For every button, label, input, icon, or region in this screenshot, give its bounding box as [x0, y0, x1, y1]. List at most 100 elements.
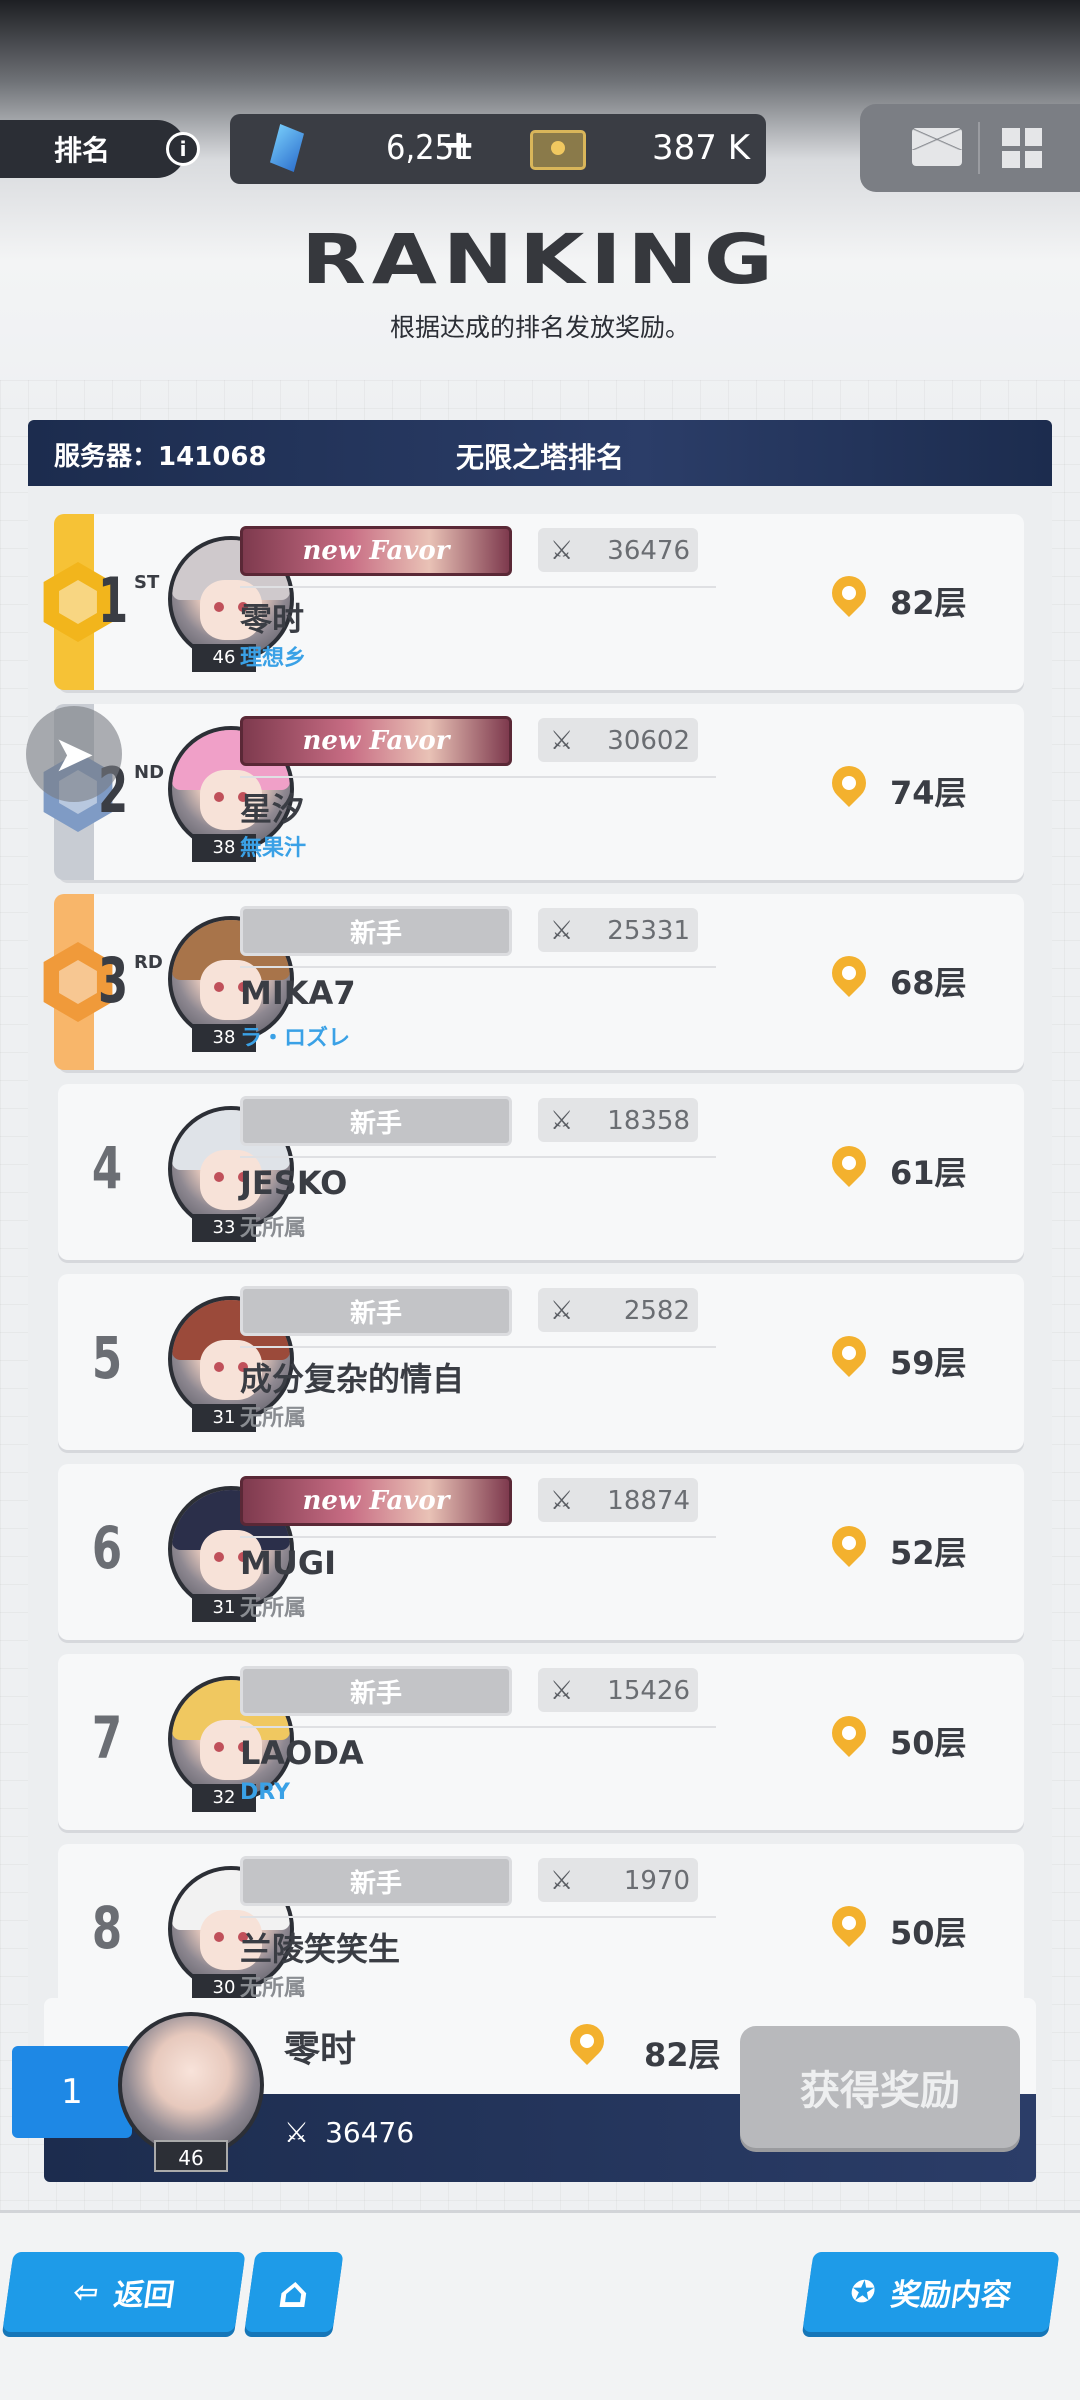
floor-reached: 52层: [890, 1534, 967, 1572]
ranking-tab-label: 排名: [0, 120, 186, 178]
combat-power: ⚔ 30602: [538, 718, 698, 762]
guild-name: 无所属: [240, 1216, 307, 1241]
top-right-actions: [860, 104, 1080, 192]
panel-header: 服务器：141068 无限之塔排名: [28, 420, 1052, 486]
rank-number: 1: [98, 564, 129, 637]
crossed-swords-icon: ⚔: [550, 536, 574, 566]
divider: [240, 1916, 716, 1918]
top-background: [0, 0, 1080, 420]
power-value: 15426: [607, 1676, 690, 1706]
title-badge: new Favor: [240, 526, 512, 576]
power-value: 1970: [623, 1866, 690, 1896]
location-pin-icon: [832, 1146, 866, 1194]
location-pin-icon: [570, 2024, 604, 2072]
player-name: LAODA: [240, 1734, 364, 1772]
power-value: 18358: [607, 1106, 690, 1136]
ranking-row[interactable]: 7 32 新手 ⚔ 15426 LAODA DRY 50层: [58, 1654, 1024, 1830]
divider: [240, 776, 716, 778]
currency-bar: 6,251 + 387 K: [230, 114, 766, 184]
grid-menu-icon[interactable]: [1002, 128, 1042, 168]
my-power: ⚔ 36476: [284, 2116, 415, 2149]
title-badge: new Favor: [240, 1476, 512, 1526]
floor-reached: 50层: [890, 1724, 967, 1762]
page-title: RANKING: [301, 218, 779, 300]
divider: [240, 1726, 716, 1728]
crossed-swords-icon: ⚔: [550, 1296, 574, 1326]
medal-icon: ✪: [847, 2274, 879, 2310]
rank-number: 4: [91, 1134, 123, 1202]
gem-icon: [270, 124, 304, 172]
ranking-row[interactable]: 4 33 新手 ⚔ 18358 JESKO 无所属 61层: [58, 1084, 1024, 1260]
guild-name: 无所属: [240, 1976, 307, 2000]
ranking-row[interactable]: 5 31 新手 ⚔ 2582 成分复杂的情自 无所属 59层: [58, 1274, 1024, 1450]
player-name: MIKA7: [240, 974, 356, 1012]
title-badge: 新手: [240, 1096, 512, 1146]
my-level-badge: 46: [154, 2140, 228, 2172]
divider: [978, 122, 980, 174]
divider: [240, 1346, 716, 1348]
my-floor: 82层: [644, 2036, 721, 2074]
player-name: 星汐: [240, 790, 305, 828]
reward-details-button[interactable]: ✪ 奖励内容: [802, 2252, 1060, 2332]
combat-power: ⚔ 25331: [538, 908, 698, 952]
crossed-swords-icon: ⚔: [284, 2116, 310, 2149]
title-badge: 新手: [240, 906, 512, 956]
divider: [240, 1536, 716, 1538]
guild-name: 理想乡: [240, 646, 307, 671]
crossed-swords-icon: ⚔: [550, 1676, 574, 1706]
guild-name: ラ・ロズレ: [240, 1026, 351, 1051]
floor-reached: 68层: [890, 964, 967, 1002]
home-button[interactable]: ⌂: [244, 2252, 344, 2332]
info-icon[interactable]: i: [166, 132, 200, 166]
ranking-row[interactable]: 6 31 new Favor ⚔ 18874 MUGI 无所属 52层: [58, 1464, 1024, 1640]
back-button[interactable]: ⇦ 返回: [2, 2252, 246, 2332]
location-pin-icon: [832, 1906, 866, 1954]
ranking-row[interactable]: 8 30 新手 ⚔ 1970 兰陵笑笑生 无所属 50层: [58, 1844, 1024, 2000]
divider: [240, 586, 716, 588]
page-subtitle: 根据达成的排名发放奖励。: [389, 313, 690, 342]
floor-reached: 59层: [890, 1344, 967, 1382]
guild-name: 无所属: [240, 1406, 307, 1431]
guild-name: 无所属: [240, 1596, 307, 1621]
my-avatar: [118, 2012, 264, 2158]
coin-count: 387 K: [652, 128, 750, 168]
coin-icon: [530, 130, 586, 170]
power-value: 18874: [607, 1486, 690, 1516]
rank-number: 7: [91, 1704, 123, 1772]
location-pin-icon: [832, 766, 866, 814]
crossed-swords-icon: ⚔: [550, 1106, 574, 1136]
power-value: 36476: [607, 536, 690, 566]
mail-icon[interactable]: [912, 128, 962, 166]
floor-reached: 61层: [890, 1154, 967, 1192]
share-icon[interactable]: ➤: [26, 706, 122, 802]
rank-number: 5: [91, 1324, 123, 1392]
ranking-list[interactable]: 1 ST 46 new Favor ⚔ 36476 零时 理想乡 82层 2 N…: [28, 500, 1052, 2000]
ranking-row[interactable]: 1 ST 46 new Favor ⚔ 36476 零时 理想乡 82层: [43, 514, 1024, 690]
ranking-row[interactable]: 2 ND 38 new Favor ⚔ 30602 星汐 無果汁 74层: [43, 704, 1024, 880]
guild-name: DRY: [240, 1780, 290, 1805]
rank-suffix: ST: [134, 572, 160, 593]
player-name: 零时: [240, 600, 305, 638]
add-gems-button[interactable]: +: [442, 122, 476, 168]
location-pin-icon: [832, 1526, 866, 1574]
rank-suffix: ND: [134, 762, 165, 783]
guild-name: 無果汁: [240, 836, 307, 861]
my-player-name: 零时: [284, 2029, 357, 2070]
claim-reward-button[interactable]: 获得奖励: [740, 2026, 1020, 2148]
title-badge: 新手: [240, 1286, 512, 1336]
ranking-row[interactable]: 3 RD 38 新手 ⚔ 25331 MIKA7 ラ・ロズレ 68层: [43, 894, 1024, 1070]
combat-power: ⚔ 18874: [538, 1478, 698, 1522]
my-rank-number: 1: [12, 2046, 132, 2138]
location-pin-icon: [832, 1336, 866, 1384]
rank-number: 8: [91, 1894, 123, 1962]
combat-power: ⚔ 18358: [538, 1098, 698, 1142]
power-value: 25331: [607, 916, 690, 946]
exit-icon: ⇦: [70, 2274, 102, 2310]
location-pin-icon: [832, 1716, 866, 1764]
combat-power: ⚔ 2582: [538, 1288, 698, 1332]
player-name: 兰陵笑笑生: [240, 1930, 401, 1968]
floor-reached: 82层: [890, 584, 967, 622]
rank-number: 3: [98, 944, 129, 1017]
crossed-swords-icon: ⚔: [550, 1486, 574, 1516]
power-value: 30602: [607, 726, 690, 756]
